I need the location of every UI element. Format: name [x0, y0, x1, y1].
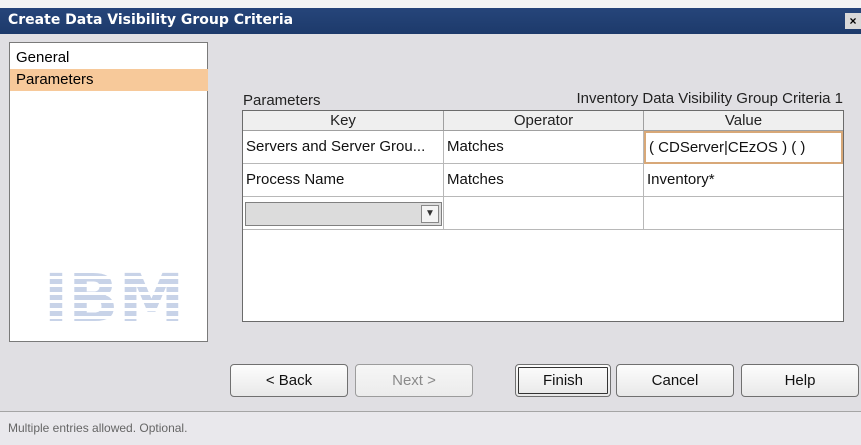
ibm-logo: IBM [44, 263, 185, 329]
cell-operator[interactable]: Matches [444, 131, 644, 164]
cell-value[interactable]: Inventory* [644, 164, 843, 197]
new-row-key-cell: ▼ [243, 197, 444, 230]
section-title: Parameters [243, 92, 321, 109]
nav-item-parameters[interactable]: Parameters [10, 69, 208, 91]
criteria-name: Inventory Data Visibility Group Criteria… [576, 90, 844, 107]
cell-operator[interactable]: Matches [444, 164, 644, 197]
back-button[interactable]: < Back [230, 364, 348, 397]
next-button[interactable]: Next > [355, 364, 473, 397]
nav-item-general[interactable]: General [10, 47, 208, 69]
title-bar: Create Data Visibility Group Criteria × [0, 8, 861, 34]
close-icon[interactable]: × [845, 13, 861, 29]
cancel-button[interactable]: Cancel [616, 364, 734, 397]
help-button[interactable]: Help [741, 364, 859, 397]
cell-value-editing[interactable]: ( CDServer|CEzOS ) ( ) [644, 131, 843, 164]
cell-key[interactable]: Process Name [243, 164, 444, 197]
chevron-down-icon[interactable]: ▼ [421, 205, 439, 223]
nav-panel: General Parameters IBM [9, 42, 208, 342]
parameters-table: Key Operator Value Servers and Server Gr… [242, 110, 844, 322]
column-header-value[interactable]: Value [644, 111, 843, 131]
cell-value[interactable] [644, 197, 843, 230]
top-strip [0, 0, 861, 8]
cell-key[interactable]: Servers and Server Grou... [243, 131, 444, 164]
column-header-key[interactable]: Key [243, 111, 444, 131]
window-title: Create Data Visibility Group Criteria [8, 12, 294, 28]
column-header-operator[interactable]: Operator [444, 111, 644, 131]
cell-operator[interactable] [444, 197, 644, 230]
finish-button[interactable]: Finish [515, 364, 611, 397]
status-bar: Multiple entries allowed. Optional. [0, 411, 861, 445]
ibm-logo-text: IBM [44, 263, 185, 329]
key-dropdown[interactable]: ▼ [245, 202, 442, 226]
